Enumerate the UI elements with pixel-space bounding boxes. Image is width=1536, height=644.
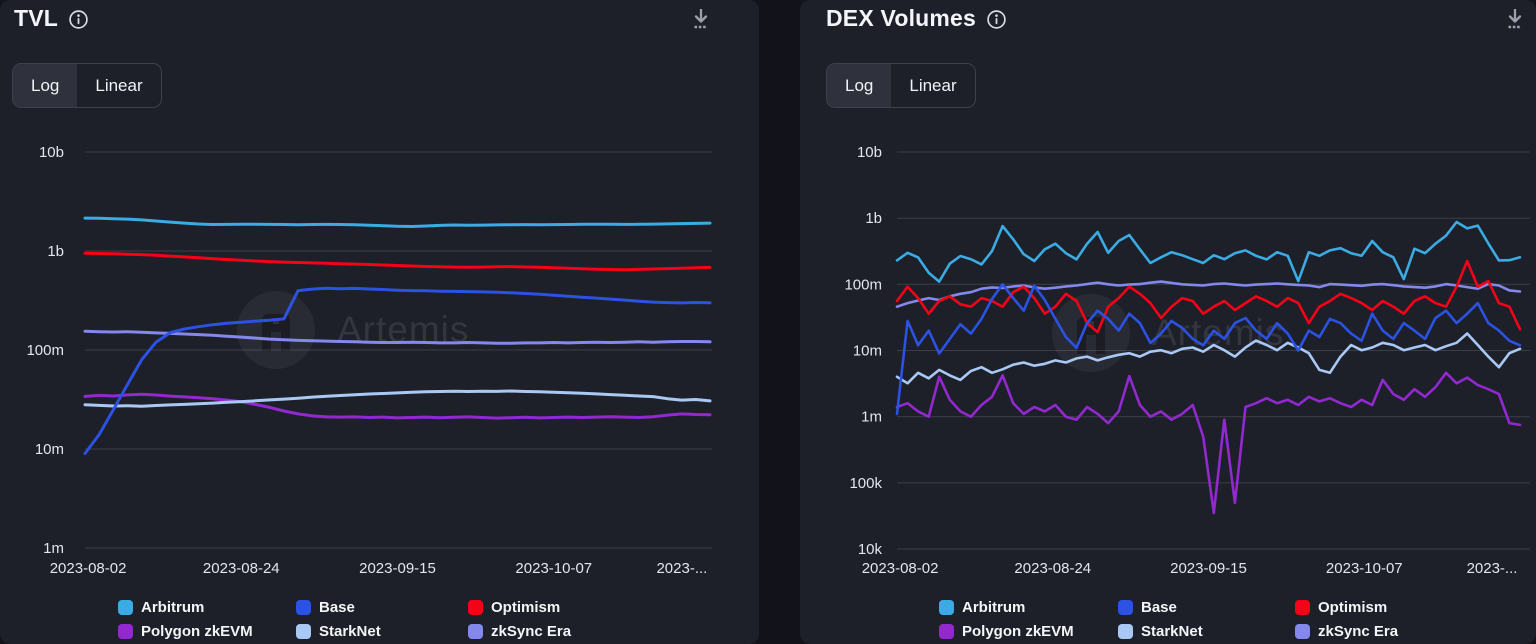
legend-label: zkSync Era bbox=[1318, 623, 1398, 640]
series-line-base bbox=[85, 288, 710, 453]
legend-item-optimism[interactable]: Optimism bbox=[468, 596, 571, 619]
legend-swatch bbox=[1118, 600, 1133, 615]
x-axis-tick: 2023-09-15 bbox=[359, 560, 436, 577]
series-line-polygon-zkevm bbox=[897, 373, 1520, 513]
series-line-optimism bbox=[897, 261, 1520, 332]
legend-item-base[interactable]: Base bbox=[296, 596, 468, 619]
series-line-arbitrum bbox=[85, 218, 710, 226]
tvl-chart[interactable]: 10b 1b 100m 10m 1m 2023-08-02 2023-08-24 2023-0… bbox=[0, 0, 759, 644]
legend-swatch bbox=[468, 624, 483, 639]
y-axis-tick: 10b bbox=[39, 144, 64, 161]
series-line-zksync-era bbox=[85, 331, 710, 343]
series-line-starknet bbox=[897, 334, 1520, 384]
legend-label: Base bbox=[319, 599, 355, 616]
legend-label: Arbitrum bbox=[141, 599, 204, 616]
legend-label: StarkNet bbox=[1141, 623, 1203, 640]
dex-volumes-legend: Arbitrum Base Optimism Polygon zkEVM StarkNe… bbox=[939, 596, 1398, 643]
x-axis-tick: 2023-... bbox=[656, 560, 707, 577]
legend-swatch bbox=[118, 624, 133, 639]
legend-item-polygon-zkevm[interactable]: Polygon zkEVM bbox=[939, 620, 1118, 643]
legend-swatch bbox=[1295, 624, 1310, 639]
legend-label: zkSync Era bbox=[491, 623, 571, 640]
legend-swatch bbox=[1295, 600, 1310, 615]
legend-item-starknet[interactable]: StarkNet bbox=[296, 620, 468, 643]
legend-swatch bbox=[939, 600, 954, 615]
legend-label: Arbitrum bbox=[962, 599, 1025, 616]
tvl-legend: Arbitrum Base Optimism Polygon zkEVM StarkNe… bbox=[118, 596, 571, 643]
tvl-panel: TVL Log Linear Artemis 10b1b100m10m1m202… bbox=[0, 0, 759, 644]
legend-item-optimism[interactable]: Optimism bbox=[1295, 596, 1398, 619]
y-axis-tick: 100m bbox=[844, 276, 882, 293]
legend-label: Polygon zkEVM bbox=[141, 623, 253, 640]
series-line-polygon-zkevm bbox=[85, 394, 710, 418]
legend-swatch bbox=[939, 624, 954, 639]
y-axis-tick: 1m bbox=[43, 540, 64, 557]
x-axis-tick: 2023-08-02 bbox=[862, 560, 939, 577]
y-axis-tick: 100k bbox=[849, 475, 882, 492]
legend-swatch bbox=[118, 600, 133, 615]
series-line-starknet bbox=[85, 391, 710, 406]
legend-item-starknet[interactable]: StarkNet bbox=[1118, 620, 1295, 643]
x-axis-tick: 2023-09-15 bbox=[1170, 560, 1247, 577]
legend-label: Polygon zkEVM bbox=[962, 623, 1074, 640]
series-line-arbitrum bbox=[897, 222, 1520, 282]
y-axis-tick: 1b bbox=[865, 210, 882, 227]
legend-label: StarkNet bbox=[319, 623, 381, 640]
dex-volumes-panel: DEX Volumes Log Linear Artemis 10b1b100m… bbox=[800, 0, 1536, 644]
x-axis-tick: 2023-10-07 bbox=[1326, 560, 1403, 577]
x-axis-tick: 2023-08-24 bbox=[1014, 560, 1091, 577]
y-axis-tick: 10b bbox=[857, 144, 882, 161]
y-axis-tick: 1m bbox=[861, 409, 882, 426]
x-axis-tick: 2023-10-07 bbox=[515, 560, 592, 577]
y-axis-tick: 10m bbox=[35, 441, 64, 458]
legend-swatch bbox=[468, 600, 483, 615]
legend-item-polygon-zkevm[interactable]: Polygon zkEVM bbox=[118, 620, 296, 643]
legend-item-arbitrum[interactable]: Arbitrum bbox=[118, 596, 296, 619]
series-line-optimism bbox=[85, 253, 710, 270]
legend-swatch bbox=[1118, 624, 1133, 639]
y-axis-tick: 10m bbox=[853, 343, 882, 360]
y-axis-tick: 100m bbox=[26, 342, 64, 359]
legend-label: Base bbox=[1141, 599, 1177, 616]
legend-item-base[interactable]: Base bbox=[1118, 596, 1295, 619]
legend-label: Optimism bbox=[491, 599, 560, 616]
legend-item-zksync-era[interactable]: zkSync Era bbox=[1295, 620, 1398, 643]
legend-item-arbitrum[interactable]: Arbitrum bbox=[939, 596, 1118, 619]
y-axis-tick: 1b bbox=[47, 243, 64, 260]
legend-swatch bbox=[296, 600, 311, 615]
x-axis-tick: 2023-... bbox=[1467, 560, 1518, 577]
legend-item-zksync-era[interactable]: zkSync Era bbox=[468, 620, 571, 643]
legend-label: Optimism bbox=[1318, 599, 1387, 616]
dex-volumes-chart[interactable]: 10b 1b 100m 10m 1m 100k 10k 2023-08-02 2023-08-2… bbox=[800, 0, 1536, 644]
x-axis-tick: 2023-08-24 bbox=[203, 560, 280, 577]
y-axis-tick: 10k bbox=[858, 541, 883, 558]
x-axis-tick: 2023-08-02 bbox=[50, 560, 127, 577]
legend-swatch bbox=[296, 624, 311, 639]
